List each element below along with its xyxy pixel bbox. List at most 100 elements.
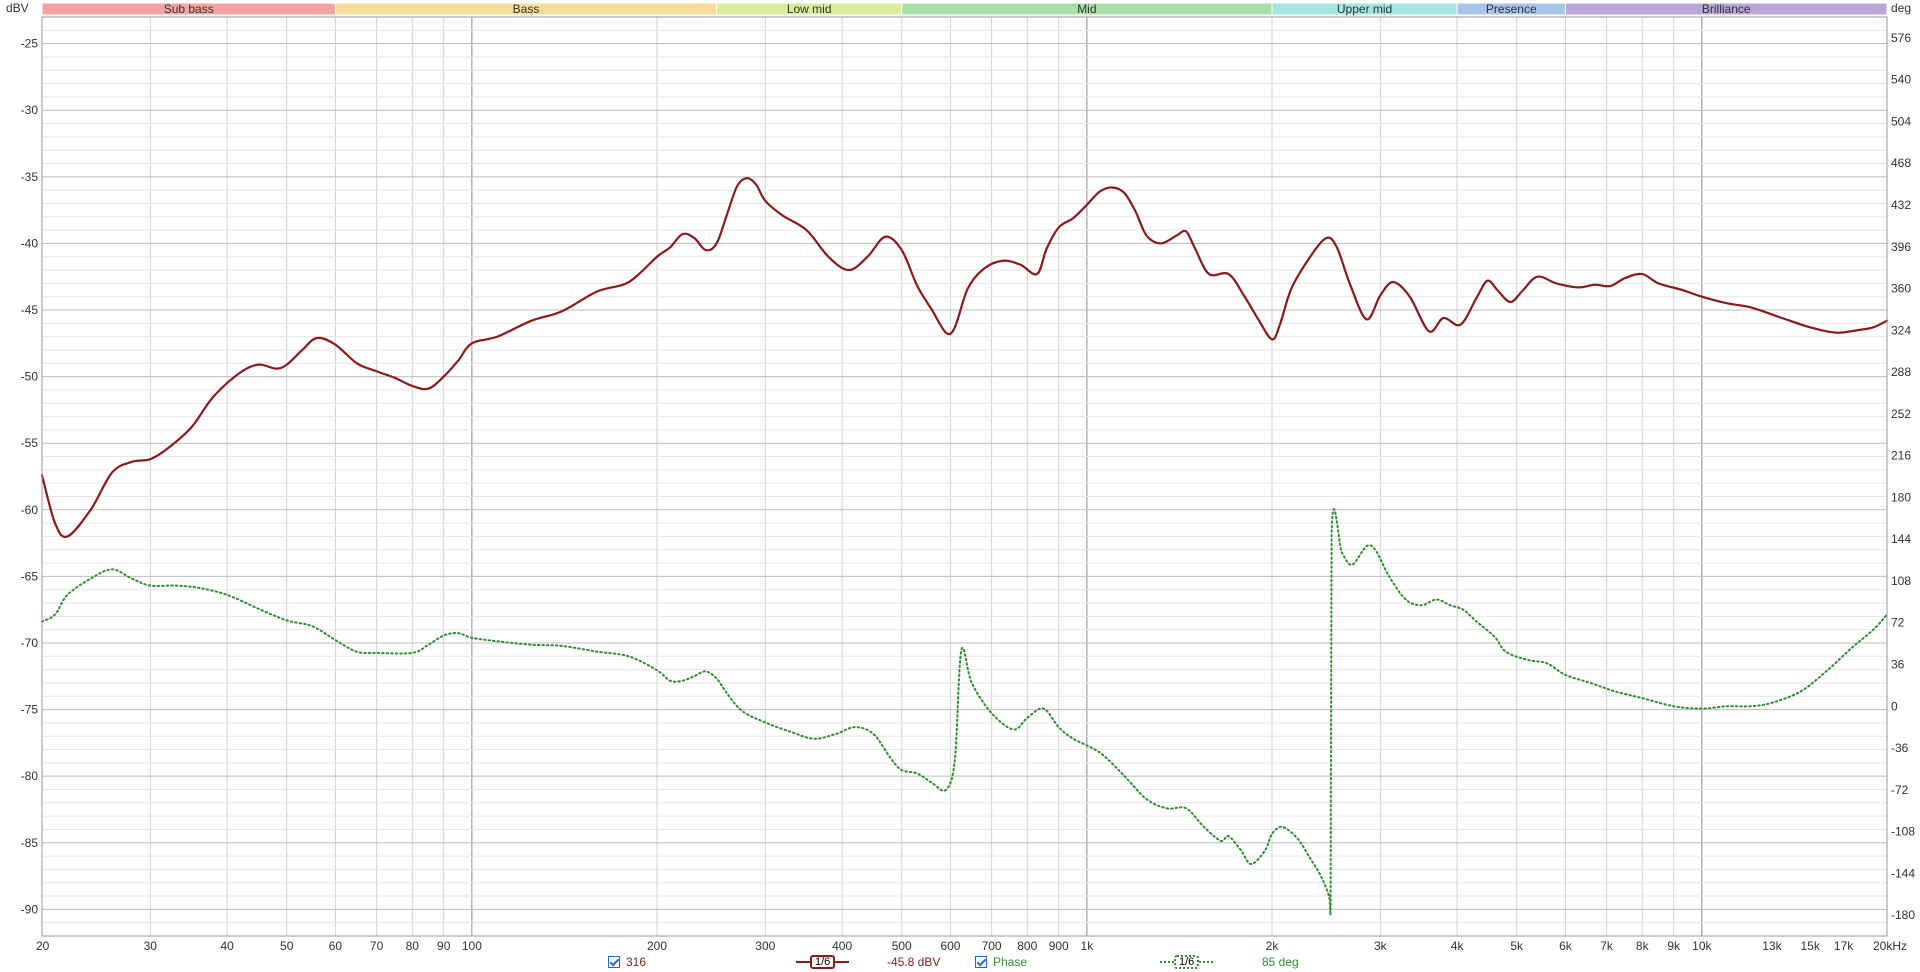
x-tick-label: 300: [755, 939, 775, 953]
x-tick-label: 7k: [1600, 939, 1614, 953]
band-label: Brilliance: [1702, 2, 1751, 16]
band-label: Presence: [1486, 2, 1537, 16]
x-tick-label: 200: [647, 939, 667, 953]
grid: [41, 16, 1888, 937]
y2-tick-label: 216: [1891, 449, 1911, 463]
y2-tick-label: 324: [1891, 323, 1911, 337]
x-tick-label: 6k: [1559, 939, 1573, 953]
x-tick-label: 90: [437, 939, 451, 953]
frequency-response-chart: Sub bass Bass Low mid Mid Upper mid Presence B…: [6, 1, 1915, 953]
x-tick-label: 5k: [1510, 939, 1524, 953]
y-tick-label: -85: [21, 836, 39, 850]
y2-tick-label: 144: [1891, 532, 1911, 546]
band-label: Low mid: [787, 2, 832, 16]
series-316-toggle[interactable]: 316: [608, 952, 646, 972]
x-tick-label: 50: [280, 939, 294, 953]
y2-tick-label: 360: [1891, 282, 1911, 296]
series-316-label: 316: [626, 955, 647, 969]
band-label: Upper mid: [1337, 2, 1392, 16]
x-tick-label: 700: [982, 939, 1002, 953]
y2-tick-label: 504: [1891, 114, 1911, 128]
x-tick-label: 15k: [1800, 939, 1820, 953]
y-axis-unit: dBV: [6, 1, 29, 15]
y2-tick-label: 252: [1891, 407, 1911, 421]
y-tick-label: -80: [21, 769, 39, 783]
y-tick-label: -50: [21, 370, 39, 384]
x-tick-label: 600: [940, 939, 960, 953]
frequency-bands: Sub bass Bass Low mid Mid Upper mid Presence B…: [41, 2, 1888, 16]
y2-tick-label: 72: [1891, 616, 1905, 630]
y-tick-label: -30: [21, 103, 39, 117]
x-tick-label: 2k: [1266, 939, 1280, 953]
y2-tick-label: 576: [1891, 31, 1911, 45]
series-phase-readout: 85 deg: [1262, 955, 1299, 969]
series-phase-toggle[interactable]: Phase: [975, 952, 1027, 972]
y2-tick-label: 540: [1891, 73, 1911, 87]
y2-tick-label: 108: [1891, 574, 1911, 588]
smoothing-phase-button[interactable]: 1/6: [1160, 952, 1214, 972]
x-tick-label: 4k: [1451, 939, 1465, 953]
y-tick-label: -35: [21, 170, 39, 184]
x-tick-label: 8k: [1636, 939, 1650, 953]
x-tick-label: 40: [220, 939, 234, 953]
y2-tick-label: -144: [1891, 866, 1915, 880]
smoothing-316-button[interactable]: 1/6: [796, 952, 850, 972]
x-tick-label: 20: [36, 939, 50, 953]
y2-tick-label: -36: [1891, 741, 1909, 755]
x-tick-label: 70: [370, 939, 384, 953]
x-tick-label: 80: [406, 939, 420, 953]
line-style-icon: [1199, 961, 1214, 963]
y-tick-label: -45: [21, 303, 39, 317]
line-style-icon: [796, 961, 810, 963]
checkbox-icon[interactable]: [608, 956, 620, 968]
line-style-icon: [835, 961, 850, 963]
y-tick-label: -60: [21, 503, 39, 517]
y-tick-label: -65: [21, 569, 39, 583]
y-tick-label: -40: [21, 236, 39, 250]
x-tick-label: 17k: [1834, 939, 1854, 953]
y2-tick-label: 396: [1891, 240, 1911, 254]
x-tick-label: 100: [462, 939, 482, 953]
y-tick-label: -75: [21, 703, 39, 717]
y2-tick-label: -72: [1891, 783, 1909, 797]
y-tick-label: -25: [21, 37, 39, 51]
smoothing-316-label: 1/6: [810, 955, 836, 969]
plot-frame: [41, 16, 1888, 937]
series-line-phase: [41, 508, 1888, 917]
y2-tick-label: 0: [1891, 699, 1898, 713]
y2-tick-label: -180: [1891, 908, 1915, 922]
x-tick-label: 13k: [1762, 939, 1782, 953]
plot-series: [40, 177, 1889, 917]
series-phase-label: Phase: [993, 955, 1028, 969]
y-tick-label: -90: [21, 902, 39, 916]
band-label: Bass: [513, 2, 540, 16]
y2-axis-unit: deg: [1891, 1, 1911, 15]
x-tick-label: 9k: [1667, 939, 1681, 953]
legend-bar: 316 1/6 -45.8 dBV Phase 1/6 85 deg: [0, 952, 1920, 972]
x-tick-label: 20kHz: [1873, 939, 1907, 953]
y2-tick-label: 36: [1891, 657, 1905, 671]
x-tick-label: 10k: [1692, 939, 1712, 953]
y2-tick-label: 432: [1891, 198, 1911, 212]
x-tick-label: 500: [892, 939, 912, 953]
y2-tick-label: 180: [1891, 490, 1911, 504]
y2-tick-label: 288: [1891, 365, 1911, 379]
y2-tick-label: -108: [1891, 825, 1915, 839]
x-tick-label: 800: [1017, 939, 1037, 953]
x-tick-label: 30: [144, 939, 158, 953]
band-label: Mid: [1077, 2, 1096, 16]
smoothing-phase-label: 1/6: [1174, 955, 1200, 969]
band-label: Sub bass: [164, 2, 214, 16]
x-tick-label: 900: [1049, 939, 1069, 953]
x-tick-label: 3k: [1374, 939, 1388, 953]
x-tick-label: 60: [329, 939, 343, 953]
series-316-readout: -45.8 dBV: [887, 955, 941, 969]
checkbox-icon[interactable]: [975, 956, 987, 968]
y-tick-label: -70: [21, 636, 39, 650]
x-tick-label: 400: [832, 939, 852, 953]
line-style-icon: [1160, 961, 1174, 963]
y2-tick-label: 468: [1891, 156, 1911, 170]
y-tick-label: -55: [21, 436, 39, 450]
axes: dBV -25 -30 -35 -40 -45 -50 -55 -60 -65 -70 -75 -80 -…: [6, 1, 1915, 953]
x-tick-label: 1k: [1081, 939, 1095, 953]
